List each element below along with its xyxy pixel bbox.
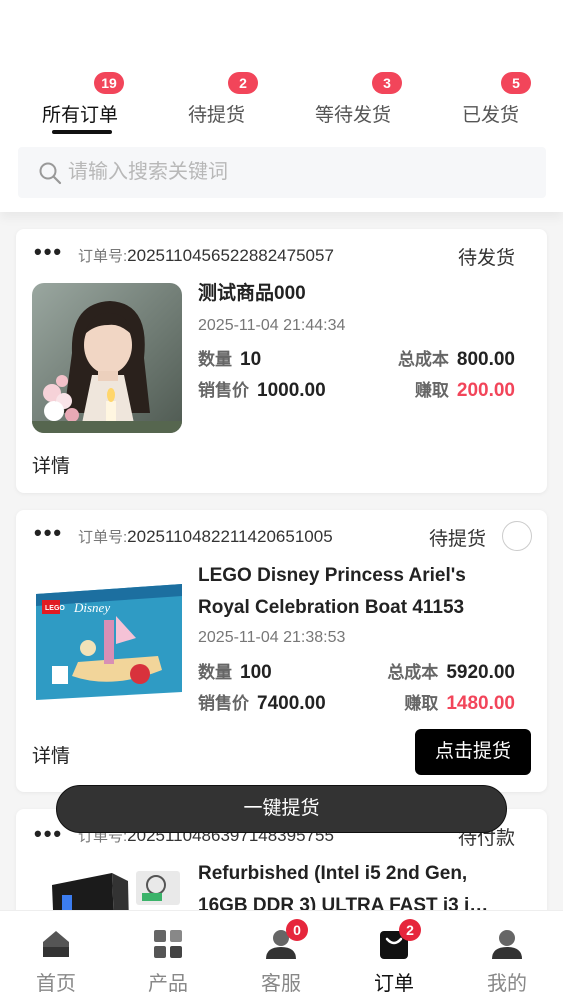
order-number-label: 订单号: [78, 529, 128, 546]
tab-badge: 19 [94, 72, 124, 94]
tabbar-item-products[interactable]: 产品 [112, 927, 224, 996]
tabbar-item-orders[interactable]: 2 订单 [338, 919, 450, 996]
tabbar-label: 客服 [261, 973, 301, 995]
tab-shipped[interactable]: 5 已发货 [462, 72, 531, 130]
order-status: 待提货 [428, 529, 486, 550]
tabbar-item-me[interactable]: 我的 [451, 927, 563, 996]
quantity-value: 100 [240, 662, 272, 683]
tab-label: 已发货 [462, 105, 520, 126]
search-bar [18, 147, 546, 198]
tab-label: 所有订单 [42, 105, 119, 126]
sale-price-value: 1000.00 [257, 380, 326, 401]
order-tabs: 19 所有订单 2 待提货 3 等待发货 5 已发货 [0, 70, 563, 140]
earnings-value: 200.00 [456, 380, 515, 401]
tabbar-label: 我的 [487, 973, 527, 995]
order-number-label: 订单号: [78, 248, 128, 265]
quantity: 数量 100 [198, 658, 272, 684]
tabbar-item-support[interactable]: 0 客服 [225, 919, 337, 996]
order-header: 19 所有订单 2 待提货 3 等待发货 5 已发货 [0, 0, 563, 212]
product-image: LEGO Disney [32, 566, 182, 716]
sale-price-label: 销售价 [198, 694, 249, 713]
product-image [32, 283, 182, 433]
bottom-tab-bar: 首页 产品 0 客服 2 订单 我的 [0, 910, 563, 1001]
details-link[interactable]: 详情 [32, 741, 70, 768]
total-cost: 总成本 5920.00 [387, 658, 515, 684]
svg-text:LEGO: LEGO [45, 605, 65, 612]
search-icon [39, 162, 62, 185]
total-cost-label: 总成本 [397, 350, 449, 369]
pickup-button[interactable]: 点击提货 [415, 729, 531, 775]
svg-text:Disney: Disney [73, 600, 110, 615]
tab-label: 待提货 [188, 105, 246, 126]
order-card: ••• 订单号:2025110456522882475057 待发货 测试商品0… [16, 229, 547, 493]
order-number: 订单号:2025110456522882475057 [78, 245, 334, 266]
more-options-icon[interactable]: ••• [34, 520, 63, 546]
more-options-icon[interactable]: ••• [34, 821, 63, 847]
product-name: 测试商品000 [198, 283, 306, 304]
earnings-label: 赚取 [404, 694, 439, 713]
sale-price: 销售价 7400.00 [198, 689, 326, 715]
tabbar-label: 产品 [148, 973, 188, 995]
earnings-label: 赚取 [414, 381, 449, 400]
quantity-label: 数量 [198, 663, 232, 682]
sale-price-value: 7400.00 [257, 693, 326, 714]
total-cost-value: 5920.00 [446, 662, 515, 683]
sale-price-label: 销售价 [198, 381, 249, 400]
user-icon [492, 930, 522, 959]
order-status: 待发货 [457, 248, 515, 269]
order-number-value: 2025110482211420651005 [127, 527, 333, 546]
tabbar-label: 订单 [374, 973, 414, 995]
order-number-value: 2025110456522882475057 [127, 246, 334, 265]
active-tab-underline [52, 130, 112, 134]
select-order-checkbox[interactable] [502, 521, 532, 551]
tab-awaiting-shipment[interactable]: 3 等待发货 [315, 72, 402, 130]
sale-price: 销售价 1000.00 [198, 376, 326, 402]
total-cost-value: 800.00 [456, 349, 515, 370]
more-options-icon[interactable]: ••• [34, 239, 63, 265]
total-cost-label: 总成本 [387, 663, 439, 682]
search-input[interactable] [68, 147, 528, 198]
earnings: 赚取 1480.00 [404, 689, 515, 715]
tab-badge: 2 [228, 72, 258, 94]
order-card: ••• 订单号:2025110482211420651005 待提货 LEGO … [16, 510, 547, 792]
home-icon [43, 931, 69, 957]
tab-badge: 3 [372, 72, 402, 94]
tab-pending-pickup[interactable]: 2 待提货 [188, 72, 258, 130]
quantity-label: 数量 [198, 350, 232, 369]
order-time: 2025-11-04 21:44:34 [198, 317, 346, 334]
quantity-value: 10 [240, 349, 262, 370]
tab-label: 等待发货 [315, 105, 392, 126]
order-time: 2025-11-04 21:38:53 [198, 629, 346, 646]
earnings: 赚取 200.00 [415, 376, 515, 402]
orders-badge: 2 [399, 919, 421, 941]
details-link[interactable]: 详情 [32, 451, 70, 478]
order-number: 订单号:2025110482211420651005 [78, 526, 333, 547]
tabbar-item-home[interactable]: 首页 [0, 927, 112, 996]
product-name: LEGO Disney Princess Ariel's Royal Celeb… [198, 565, 466, 618]
tab-badge: 5 [501, 72, 531, 94]
support-badge: 0 [286, 919, 308, 941]
grid-icon [154, 930, 182, 958]
quantity: 数量 10 [198, 345, 261, 371]
earnings-value: 1480.00 [446, 693, 515, 714]
tabbar-label: 首页 [36, 973, 76, 995]
bulk-pickup-button[interactable]: 一键提货 [56, 785, 507, 833]
tab-all-orders[interactable]: 19 所有订单 [42, 72, 124, 134]
total-cost: 总成本 800.00 [398, 345, 515, 371]
